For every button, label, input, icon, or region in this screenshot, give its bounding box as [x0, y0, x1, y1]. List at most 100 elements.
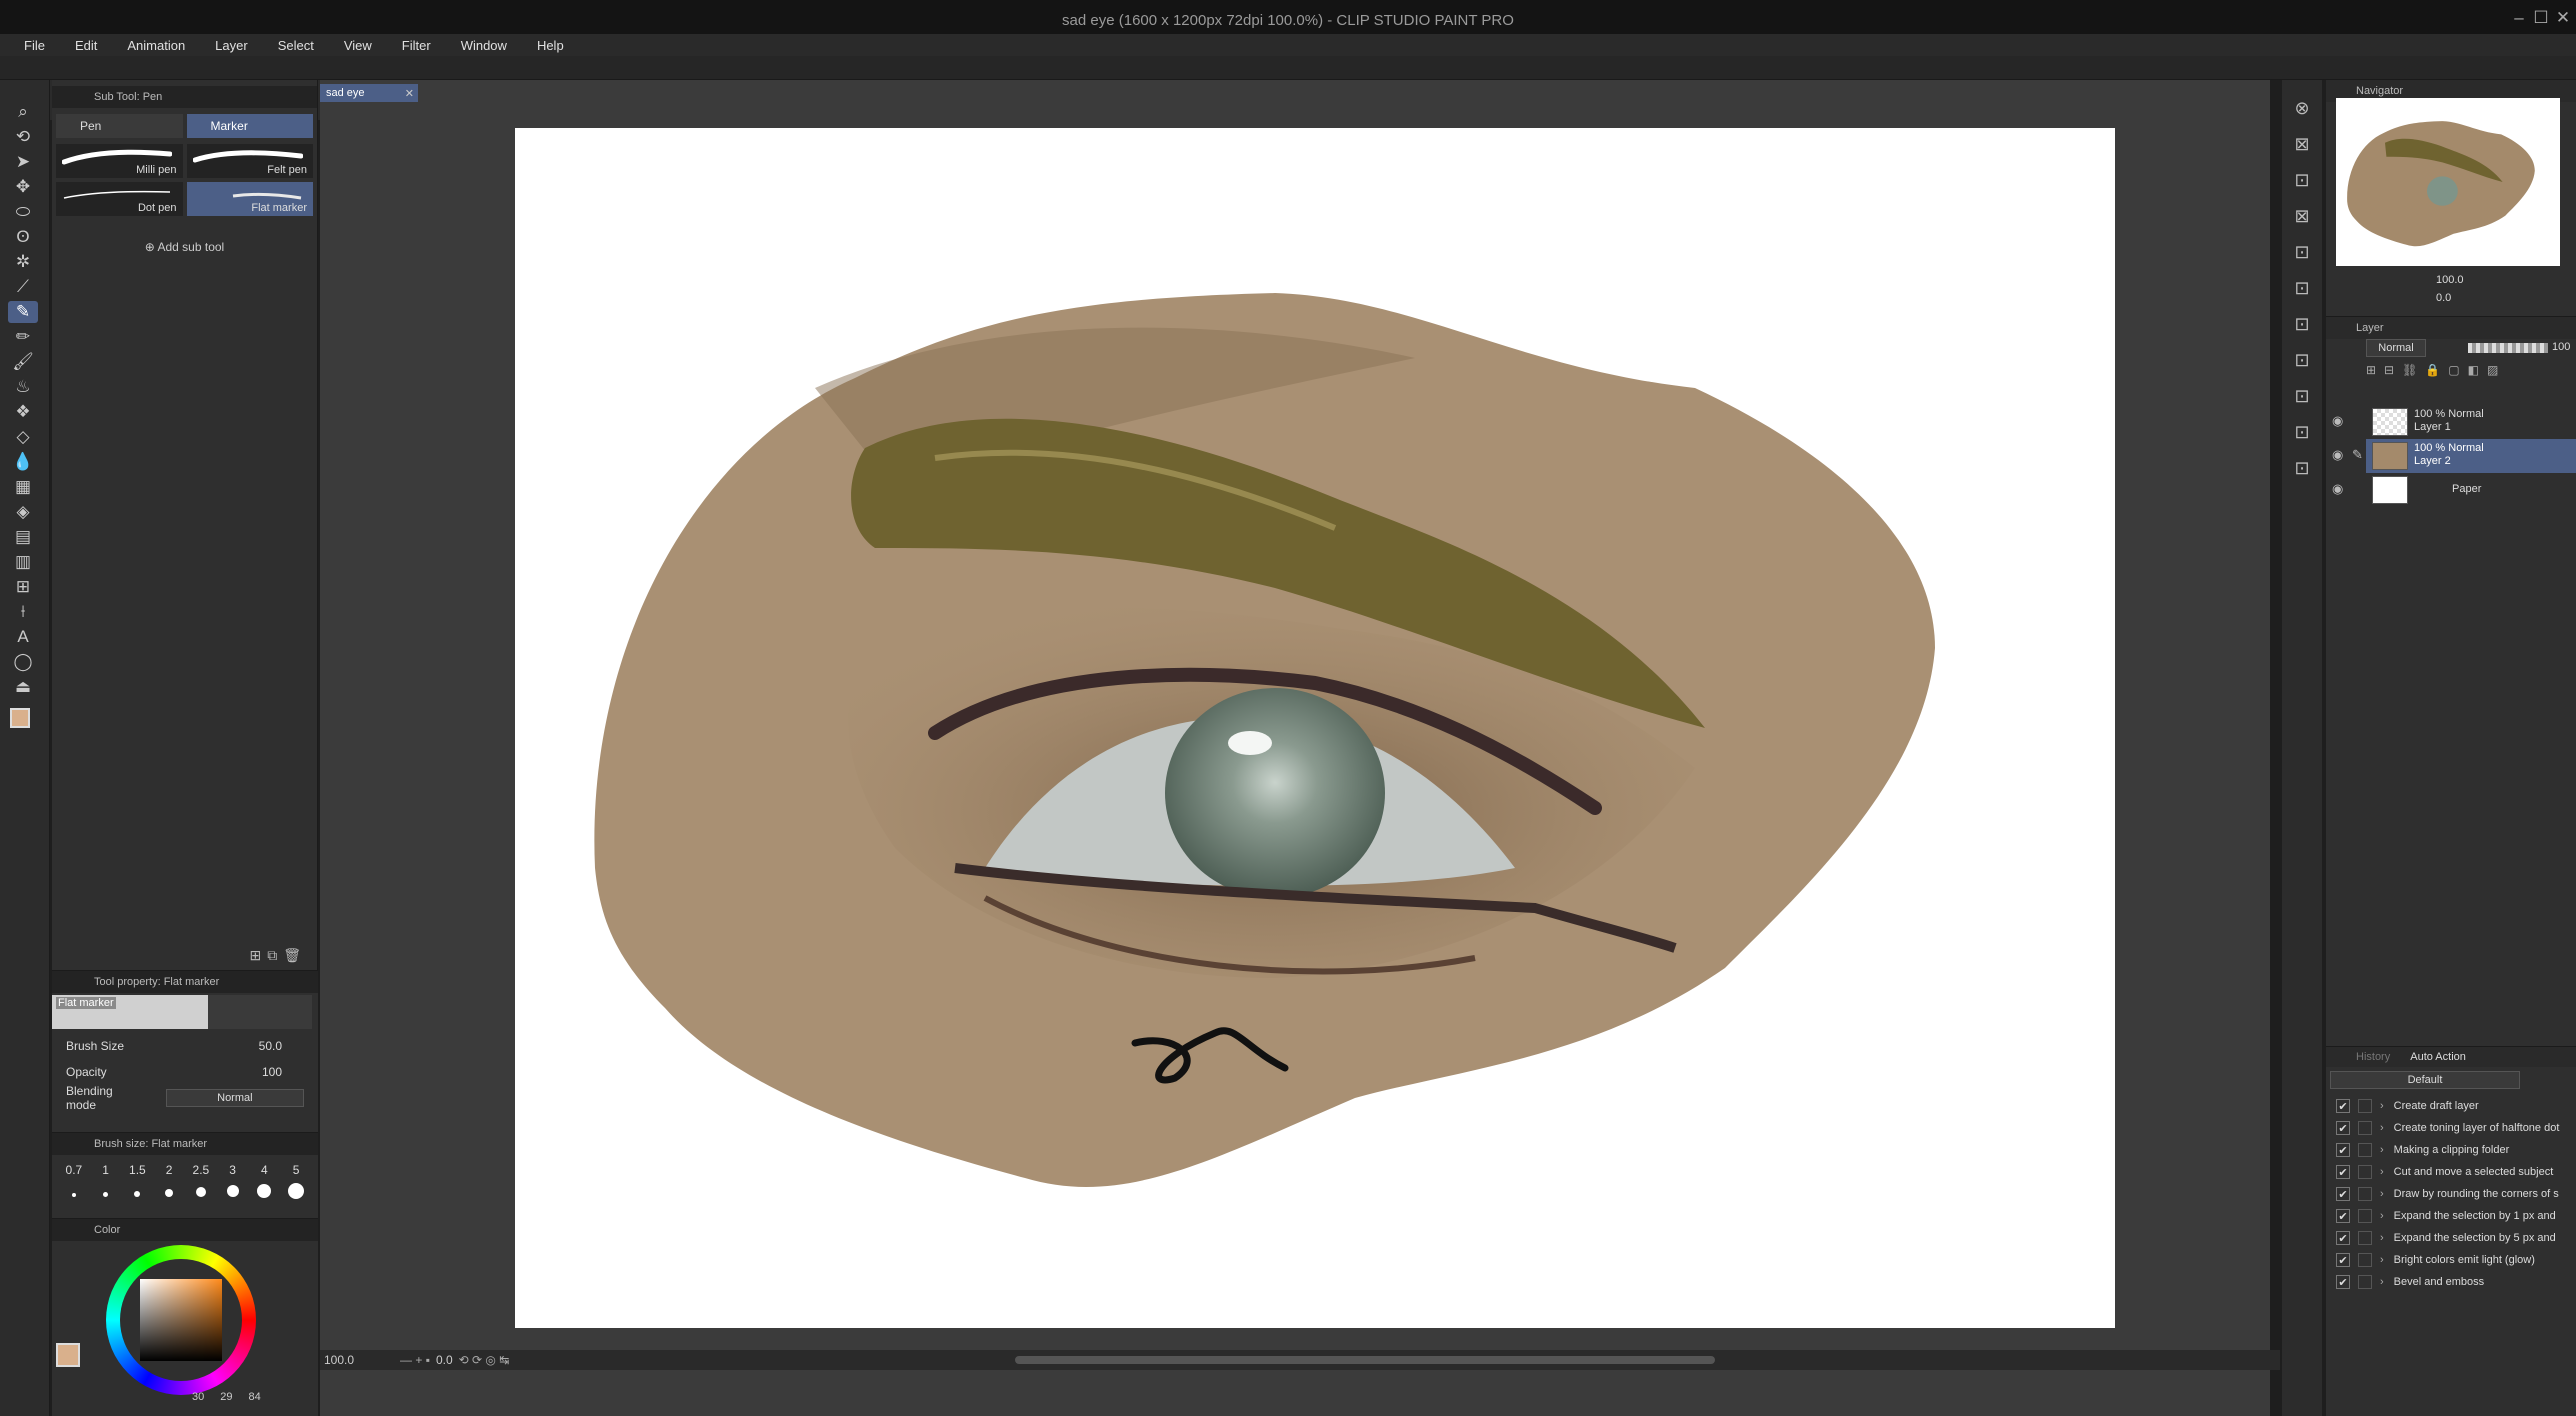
menu-file[interactable]: File — [24, 38, 45, 53]
document-tab[interactable]: sad eye ✕ — [320, 84, 418, 102]
visibility-eye-icon[interactable]: ◉ — [2332, 413, 2343, 429]
size-preset[interactable]: 1 — [91, 1163, 121, 1177]
brush-milli-pen[interactable]: Milli pen — [56, 144, 183, 178]
layer-row[interactable]: ◉ 100 % Normal Layer 1 — [2332, 405, 2576, 439]
size-preset[interactable]: 4 — [249, 1163, 279, 1177]
blend-tool-icon[interactable]: 💧 — [8, 451, 38, 473]
airbrush-tool-icon[interactable]: ♨ — [8, 376, 38, 398]
opacity-row[interactable]: Opacity 100 — [52, 1059, 318, 1085]
ruler-tool-icon[interactable]: ▥ — [8, 551, 38, 573]
expand-icon[interactable]: › — [2380, 1210, 2384, 1222]
zoom-controls-icon[interactable]: — + ▪ — [400, 1353, 430, 1367]
material-icon[interactable]: ⊡ — [2290, 306, 2314, 342]
close-tab-icon[interactable]: ✕ — [405, 87, 414, 100]
frame-tool-icon[interactable]: ⊞ — [8, 576, 38, 598]
move-tool-icon[interactable]: ✥ — [8, 176, 38, 198]
dialog-box[interactable] — [2358, 1275, 2372, 1289]
add-subtool-button[interactable]: ⊕ Add sub tool — [52, 240, 317, 254]
check-icon[interactable]: ✔ — [2336, 1165, 2350, 1179]
layer-opacity-value[interactable]: 100 — [2552, 341, 2570, 353]
expand-icon[interactable]: › — [2380, 1276, 2384, 1288]
dialog-box[interactable] — [2358, 1165, 2372, 1179]
size-preset[interactable]: 2.5 — [186, 1163, 216, 1177]
color-swatches[interactable] — [0, 704, 49, 744]
menu-select[interactable]: Select — [278, 38, 314, 53]
action-set-dropdown[interactable]: Default — [2330, 1071, 2520, 1089]
size-preset[interactable]: 5 — [281, 1163, 311, 1177]
menu-view[interactable]: View — [344, 38, 372, 53]
size-preset[interactable]: 0.7 — [59, 1163, 89, 1177]
material-icon[interactable]: ⊡ — [2290, 414, 2314, 450]
group-pen[interactable]: Pen — [56, 114, 183, 138]
size-dot-icon[interactable] — [249, 1184, 279, 1201]
text-tool-icon[interactable]: A — [8, 626, 38, 648]
expand-icon[interactable]: › — [2380, 1144, 2384, 1156]
size-dot-icon[interactable] — [281, 1183, 311, 1202]
layer-row[interactable]: ◉ ✎ 100 % Normal Layer 2 — [2332, 439, 2576, 473]
angle-value[interactable]: 0.0 — [436, 1353, 453, 1367]
dialog-box[interactable] — [2358, 1209, 2372, 1223]
dialog-box[interactable] — [2358, 1099, 2372, 1113]
zoom-tool-icon[interactable]: ⌕ — [8, 101, 38, 123]
expand-icon[interactable]: › — [2380, 1254, 2384, 1266]
layer-opacity-slider[interactable] — [2468, 343, 2548, 353]
blending-mode-row[interactable]: Blending mode Normal — [52, 1084, 318, 1112]
action-row[interactable]: ✔ › Bevel and emboss — [2326, 1271, 2576, 1293]
brush-flat-marker[interactable]: Flat marker — [186, 182, 313, 216]
decoration-tool-icon[interactable]: ❖ — [8, 401, 38, 423]
dialog-box[interactable] — [2358, 1121, 2372, 1135]
size-dot-icon[interactable] — [154, 1186, 184, 1200]
material-icon[interactable]: ⊡ — [2290, 450, 2314, 486]
size-dot-icon[interactable] — [186, 1186, 216, 1200]
check-icon[interactable]: ✔ — [2336, 1121, 2350, 1135]
layer-tools-row[interactable]: ⊞⊟⛓🔒▢◧▨ — [2366, 363, 2506, 377]
expand-icon[interactable]: › — [2380, 1188, 2384, 1200]
dialog-box[interactable] — [2358, 1253, 2372, 1267]
material-icon[interactable]: ⊡ — [2290, 342, 2314, 378]
check-icon[interactable]: ✔ — [2336, 1231, 2350, 1245]
brush-dot-pen[interactable]: Dot pen — [56, 182, 183, 216]
subtool-footer-icons[interactable]: ⊞⧉🗑 — [250, 947, 308, 964]
magic-wand-icon[interactable]: ✲ — [8, 251, 38, 273]
expand-icon[interactable]: › — [2380, 1166, 2384, 1178]
size-dot-icon[interactable] — [122, 1186, 152, 1200]
menu-help[interactable]: Help — [537, 38, 564, 53]
pencil-tool-icon[interactable]: ✏ — [8, 326, 38, 348]
opacity-value[interactable]: 100 — [262, 1065, 282, 1079]
expand-icon[interactable]: › — [2380, 1232, 2384, 1244]
action-row[interactable]: ✔ › Draw by rounding the corners of s — [2326, 1183, 2576, 1205]
expand-icon[interactable]: › — [2380, 1100, 2384, 1112]
blending-mode-dropdown[interactable]: Normal — [165, 1089, 304, 1107]
visibility-eye-icon[interactable]: ◉ — [2332, 481, 2343, 497]
layer-blend-mode-dropdown[interactable]: Normal — [2366, 339, 2426, 357]
layer-row[interactable]: ◉ Paper — [2332, 473, 2576, 507]
group-marker[interactable]: Marker — [186, 114, 313, 138]
dialog-box[interactable] — [2358, 1187, 2372, 1201]
menu-edit[interactable]: Edit — [75, 38, 97, 53]
dialog-box[interactable] — [2358, 1143, 2372, 1157]
gradient-tool-icon[interactable]: ▤ — [8, 526, 38, 548]
lasso-tool-icon[interactable]: ʘ — [8, 226, 38, 248]
check-icon[interactable]: ✔ — [2336, 1099, 2350, 1113]
size-preset[interactable]: 1.5 — [122, 1163, 152, 1177]
visibility-eye-icon[interactable]: ◉ — [2332, 447, 2343, 463]
action-row[interactable]: ✔ › Bright colors emit light (glow) — [2326, 1249, 2576, 1271]
dialog-box[interactable] — [2358, 1231, 2372, 1245]
action-row[interactable]: ✔ › Create toning layer of halftone dot — [2326, 1117, 2576, 1139]
menu-filter[interactable]: Filter — [402, 38, 431, 53]
action-row[interactable]: ✔ › Create draft layer — [2326, 1095, 2576, 1117]
material-icon[interactable]: ⊠ — [2290, 126, 2314, 162]
material-icon[interactable]: ⊡ — [2290, 270, 2314, 306]
check-icon[interactable]: ✔ — [2336, 1275, 2350, 1289]
selection-tool-icon[interactable]: ⬭ — [8, 201, 38, 223]
action-row[interactable]: ✔ › Making a clipping folder — [2326, 1139, 2576, 1161]
navigator-preview[interactable] — [2336, 98, 2560, 266]
canvas-paper[interactable] — [515, 128, 2115, 1328]
material-icon[interactable]: ⊡ — [2290, 378, 2314, 414]
size-dot-icon[interactable] — [59, 1186, 89, 1200]
eyedropper-icon[interactable]: ⟋ — [8, 276, 38, 298]
size-dot-icon[interactable] — [91, 1186, 121, 1200]
brush-tool-icon[interactable]: 🖌 — [8, 351, 38, 373]
correct-line-tool-icon[interactable]: ⏏ — [8, 676, 38, 698]
fill-tool-icon[interactable]: ◈ — [8, 501, 38, 523]
